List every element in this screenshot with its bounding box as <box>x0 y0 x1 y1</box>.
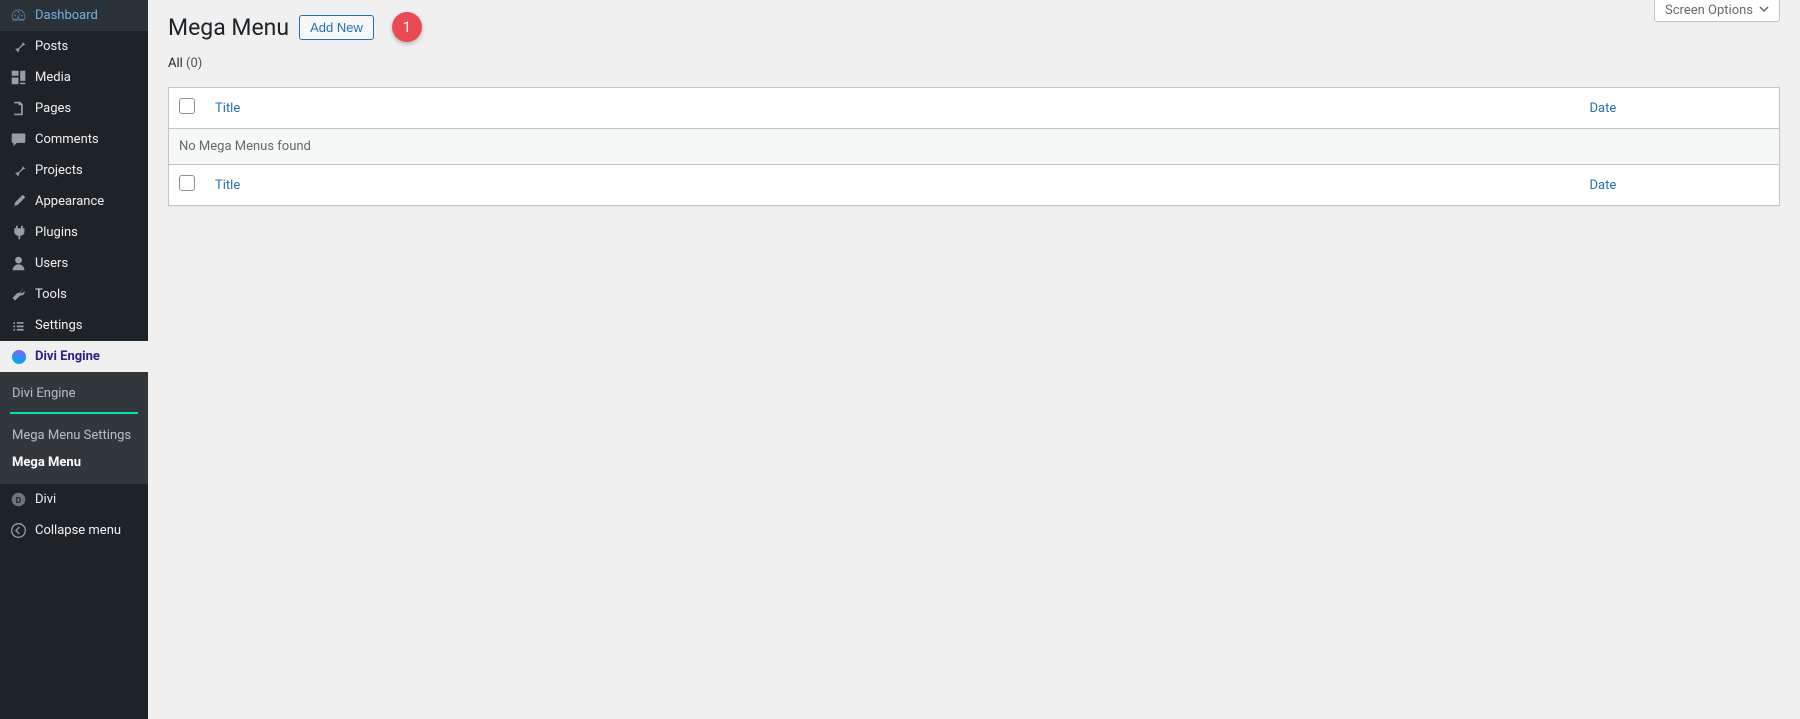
posts-table: Title Date No Mega Menus found Title Dat… <box>168 87 1780 206</box>
select-all-header <box>169 88 206 129</box>
plugin-icon <box>10 224 27 241</box>
page-icon <box>10 100 27 117</box>
page-header: Mega Menu Add New 1 <box>168 0 1780 42</box>
sort-title[interactable]: Title <box>215 101 240 116</box>
sidebar-item-pages[interactable]: Pages <box>0 93 148 124</box>
add-new-button[interactable]: Add New <box>299 15 374 40</box>
chevron-down-icon <box>1759 3 1769 18</box>
brush-icon <box>10 193 27 210</box>
user-icon <box>10 255 27 272</box>
column-title-footer: Title <box>205 165 1580 206</box>
submenu-divider <box>10 412 138 414</box>
sidebar-item-settings[interactable]: Settings <box>0 310 148 341</box>
submenu-item-divi-engine[interactable]: Divi Engine <box>0 380 148 407</box>
sidebar-item-label: Users <box>35 256 68 271</box>
sidebar-item-label: Comments <box>35 132 99 147</box>
sidebar-item-posts[interactable]: Posts <box>0 31 148 62</box>
main-content: Screen Options Mega Menu Add New 1 All (… <box>148 0 1800 719</box>
sidebar-submenu: Divi Engine Mega Menu Settings Mega Menu <box>0 372 148 484</box>
sort-date[interactable]: Date <box>1590 101 1617 116</box>
column-title-header: Title <box>205 88 1580 129</box>
sidebar-item-tools[interactable]: Tools <box>0 279 148 310</box>
tools-icon <box>10 286 27 303</box>
sidebar-item-label: Tools <box>35 287 67 302</box>
pin-icon <box>10 38 27 55</box>
page-title: Mega Menu <box>168 14 289 41</box>
submenu-item-mega-menu[interactable]: Mega Menu <box>0 449 148 476</box>
empty-row: No Mega Menus found <box>169 129 1780 165</box>
empty-message: No Mega Menus found <box>169 129 1780 165</box>
screen-options-button[interactable]: Screen Options <box>1654 0 1780 22</box>
sidebar-item-label: Posts <box>35 39 68 54</box>
sidebar-item-divi-engine[interactable]: Divi Engine <box>0 341 148 372</box>
media-icon <box>10 69 27 86</box>
select-all-checkbox-footer[interactable] <box>179 175 195 191</box>
sidebar-item-label: Collapse menu <box>35 523 121 538</box>
dashboard-icon <box>10 7 27 24</box>
column-date-footer: Date <box>1580 165 1780 206</box>
sidebar-item-label: Projects <box>35 163 83 178</box>
sidebar-item-label: Plugins <box>35 225 78 240</box>
column-date-header: Date <box>1580 88 1780 129</box>
select-all-checkbox[interactable] <box>179 98 195 114</box>
sidebar-item-label: Settings <box>35 318 82 333</box>
filter-all[interactable]: All (0) <box>168 56 202 71</box>
sidebar-item-appearance[interactable]: Appearance <box>0 186 148 217</box>
sidebar-item-divi[interactable]: D Divi <box>0 484 148 515</box>
sort-title-footer[interactable]: Title <box>215 178 240 193</box>
comment-icon <box>10 131 27 148</box>
sidebar-item-users[interactable]: Users <box>0 248 148 279</box>
admin-sidebar: Dashboard Posts Media Pages Comments Pro… <box>0 0 148 719</box>
sidebar-item-label: Pages <box>35 101 71 116</box>
sidebar-item-collapse[interactable]: Collapse menu <box>0 515 148 546</box>
sidebar-item-label: Divi Engine <box>35 349 100 364</box>
screen-options-label: Screen Options <box>1665 3 1753 18</box>
sidebar-item-label: Appearance <box>35 194 104 209</box>
filter-links: All (0) <box>168 56 1780 71</box>
divi-icon: D <box>10 491 27 508</box>
collapse-icon <box>10 522 27 539</box>
sort-date-footer[interactable]: Date <box>1590 178 1617 193</box>
callout-badge: 1 <box>392 12 422 42</box>
sidebar-item-label: Divi <box>35 492 56 507</box>
sidebar-item-comments[interactable]: Comments <box>0 124 148 155</box>
submenu-item-mega-menu-settings[interactable]: Mega Menu Settings <box>0 422 148 449</box>
svg-text:D: D <box>16 496 22 506</box>
sidebar-item-projects[interactable]: Projects <box>0 155 148 186</box>
settings-icon <box>10 317 27 334</box>
sidebar-item-dashboard[interactable]: Dashboard <box>0 0 148 31</box>
divi-engine-icon <box>10 348 27 365</box>
sidebar-item-plugins[interactable]: Plugins <box>0 217 148 248</box>
sidebar-item-label: Dashboard <box>35 8 98 23</box>
sidebar-item-label: Media <box>35 70 71 85</box>
pin-icon <box>10 162 27 179</box>
sidebar-item-media[interactable]: Media <box>0 62 148 93</box>
select-all-footer <box>169 165 206 206</box>
